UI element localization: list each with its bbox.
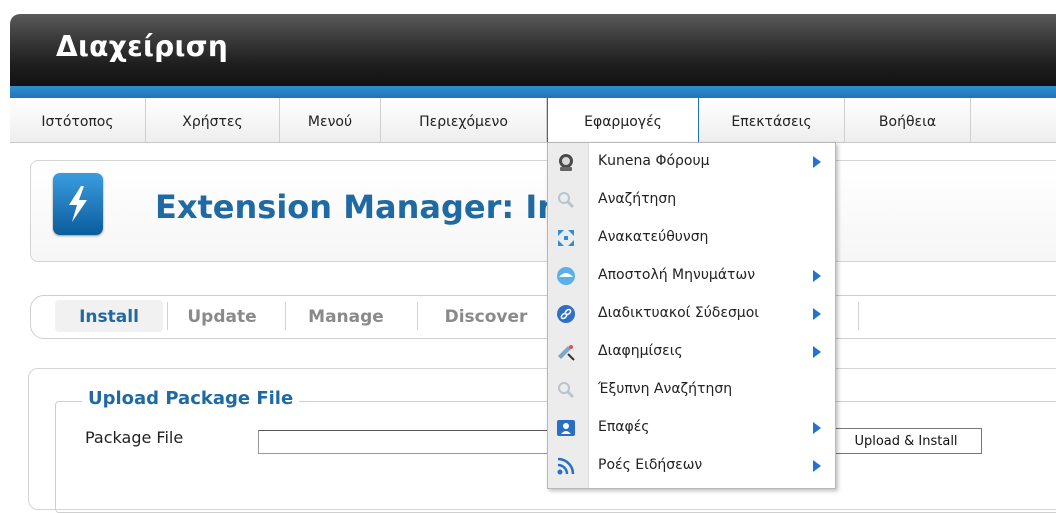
dropdown-item-redirect[interactable]: Ανακατεύθυνση — [548, 219, 835, 257]
header-accent-strip — [10, 86, 1056, 98]
submenu-arrow-icon — [813, 422, 821, 434]
tab-separator — [167, 302, 168, 330]
menu-help[interactable]: Βοήθεια — [845, 98, 971, 142]
tab-separator — [858, 302, 859, 330]
dropdown-item-messaging[interactable]: Αποστολή Μηνυμάτων — [548, 257, 835, 295]
menu-menus[interactable]: Μενού — [280, 98, 381, 142]
redirect-icon — [556, 228, 576, 248]
dropdown-item-search[interactable]: Αναζήτηση — [548, 181, 835, 219]
dropdown-item-label: Έξυπνη Αναζήτηση — [598, 381, 733, 397]
newsfeeds-icon — [556, 456, 576, 476]
package-file-label: Package File — [85, 428, 184, 447]
tab-update[interactable]: Update — [172, 300, 272, 332]
dropdown-item-label: Διαδικτυακοί Σύδεσμοι — [598, 305, 760, 321]
tab-install[interactable]: Install — [55, 300, 163, 332]
submenu-arrow-icon — [813, 460, 821, 472]
menu-site[interactable]: Ιστότοπος — [10, 98, 146, 142]
submenu-arrow-icon — [813, 270, 821, 282]
tab-manage[interactable]: Manage — [290, 300, 402, 332]
menu-components[interactable]: Εφαρμογές — [547, 98, 699, 144]
menu-extensions[interactable]: Επεκτάσεις — [699, 98, 845, 142]
upload-legend: Upload Package File — [82, 388, 300, 409]
submenu-arrow-icon — [813, 308, 821, 320]
admin-title: Διαχείριση — [56, 30, 229, 63]
dropdown-item-banners[interactable]: Διαφημίσεις — [548, 333, 835, 371]
dropdown-item-label: Διαφημίσεις — [598, 343, 683, 359]
dropdown-item-label: Ροές Ειδήσεων — [598, 457, 703, 473]
dropdown-item-weblinks[interactable]: Διαδικτυακοί Σύδεσμοι — [548, 295, 835, 333]
submenu-arrow-icon — [813, 156, 821, 168]
admin-header: Διαχείριση — [10, 14, 1056, 86]
dropdown-item-contacts[interactable]: Επαφές — [548, 409, 835, 447]
menu-users[interactable]: Χρήστες — [146, 98, 280, 142]
components-dropdown: Κunena Φόρουμ Αναζήτηση Ανακατεύθυνση Απ… — [547, 142, 836, 489]
tab-separator — [417, 302, 418, 330]
smart-search-icon — [556, 380, 576, 400]
submenu-arrow-icon — [813, 346, 821, 358]
search-icon — [556, 190, 576, 210]
extension-manager-icon — [53, 173, 103, 235]
banners-icon — [556, 342, 576, 362]
dropdown-item-kunena-forum[interactable]: Κunena Φόρουμ — [548, 143, 835, 181]
page-title: Extension Manager: In — [155, 188, 561, 226]
forum-icon — [556, 152, 576, 172]
dropdown-item-label: Αποστολή Μηνυμάτων — [598, 267, 756, 283]
dropdown-item-label: Αναζήτηση — [598, 191, 677, 207]
dropdown-item-newsfeeds[interactable]: Ροές Ειδήσεων — [548, 447, 835, 485]
contacts-icon — [556, 418, 576, 438]
messaging-icon — [556, 266, 576, 286]
dropdown-item-smart-search[interactable]: Έξυπνη Αναζήτηση — [548, 371, 835, 409]
tab-discover[interactable]: Discover — [425, 300, 547, 332]
dropdown-item-label: Κunena Φόρουμ — [598, 153, 710, 169]
dropdown-item-label: Επαφές — [598, 419, 650, 435]
tab-separator — [285, 302, 286, 330]
upload-install-button[interactable]: Upload & Install — [830, 428, 982, 454]
main-menubar: Ιστότοπος Χρήστες Μενού Περιεχόμενο Εφαρ… — [10, 98, 1056, 144]
dropdown-item-label: Ανακατεύθυνση — [598, 229, 709, 245]
menu-content[interactable]: Περιεχόμενο — [381, 98, 547, 142]
weblinks-icon — [556, 304, 576, 324]
